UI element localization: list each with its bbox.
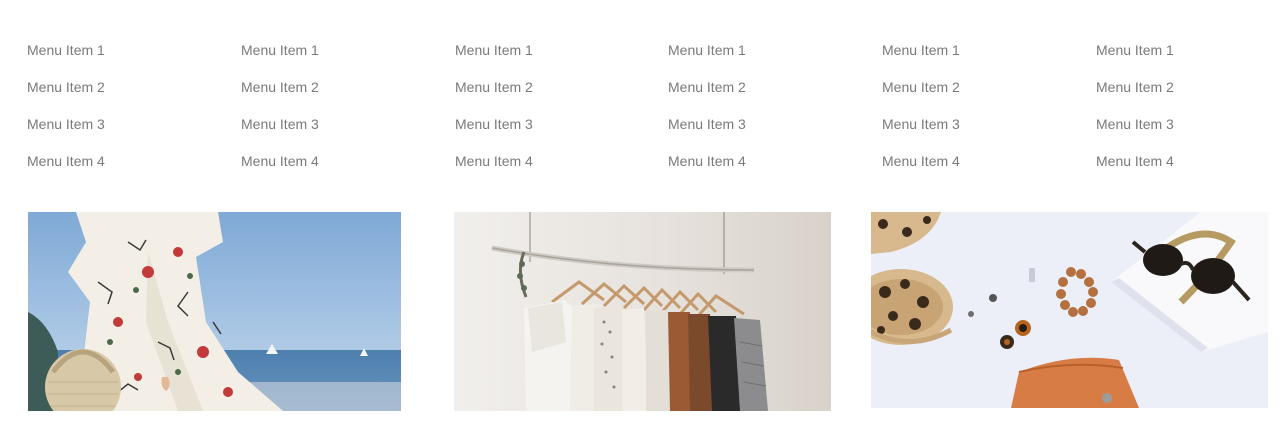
menu-link[interactable]: Menu Item 3 xyxy=(668,116,746,132)
menu-link[interactable]: Menu Item 3 xyxy=(882,116,960,132)
mega-menu: Menu Item 1 Menu Item 2 Menu Item 3 Menu… xyxy=(0,38,1284,178)
menu-link[interactable]: Menu Item 4 xyxy=(668,153,746,169)
menu-column-2: Menu Item 1 Menu Item 2 Menu Item 3 Menu… xyxy=(241,38,441,186)
menu-column-4: Menu Item 1 Menu Item 2 Menu Item 3 Menu… xyxy=(668,38,868,186)
menu-column-3: Menu Item 1 Menu Item 2 Menu Item 3 Menu… xyxy=(455,38,655,186)
menu-list-item: Menu Item 2 xyxy=(27,75,227,112)
menu-link[interactable]: Menu Item 4 xyxy=(1096,153,1174,169)
menu-link[interactable]: Menu Item 4 xyxy=(455,153,533,169)
menu-column-6: Menu Item 1 Menu Item 2 Menu Item 3 Menu… xyxy=(1096,38,1284,186)
menu-list-item: Menu Item 2 xyxy=(668,75,868,112)
accessories-flatlay-photo[interactable] xyxy=(871,212,1268,408)
clothing-rack-photo[interactable] xyxy=(454,212,831,411)
menu-link[interactable]: Menu Item 4 xyxy=(241,153,319,169)
menu-link[interactable]: Menu Item 4 xyxy=(882,153,960,169)
menu-link[interactable]: Menu Item 3 xyxy=(241,116,319,132)
menu-link[interactable]: Menu Item 1 xyxy=(882,42,960,58)
menu-link[interactable]: Menu Item 1 xyxy=(27,42,105,58)
menu-link[interactable]: Menu Item 2 xyxy=(882,79,960,95)
menu-link[interactable]: Menu Item 4 xyxy=(27,153,105,169)
menu-link[interactable]: Menu Item 2 xyxy=(27,79,105,95)
menu-list-item: Menu Item 4 xyxy=(241,149,441,186)
menu-link[interactable]: Menu Item 2 xyxy=(1096,79,1174,95)
menu-list-item: Menu Item 3 xyxy=(241,112,441,149)
menu-list-item: Menu Item 4 xyxy=(882,149,1082,186)
menu-list-item: Menu Item 3 xyxy=(882,112,1082,149)
menu-link[interactable]: Menu Item 1 xyxy=(455,42,533,58)
menu-link[interactable]: Menu Item 2 xyxy=(668,79,746,95)
menu-list-item: Menu Item 1 xyxy=(668,38,868,75)
menu-link[interactable]: Menu Item 1 xyxy=(668,42,746,58)
menu-link[interactable]: Menu Item 2 xyxy=(241,79,319,95)
menu-column-1: Menu Item 1 Menu Item 2 Menu Item 3 Menu… xyxy=(27,38,227,186)
menu-list-item: Menu Item 2 xyxy=(241,75,441,112)
menu-list-item: Menu Item 1 xyxy=(27,38,227,75)
menu-link[interactable]: Menu Item 1 xyxy=(241,42,319,58)
floral-dress-beach-photo[interactable] xyxy=(28,212,401,411)
menu-column-5: Menu Item 1 Menu Item 2 Menu Item 3 Menu… xyxy=(882,38,1082,186)
menu-list-item: Menu Item 3 xyxy=(455,112,655,149)
menu-list-item: Menu Item 2 xyxy=(455,75,655,112)
menu-link[interactable]: Menu Item 1 xyxy=(1096,42,1174,58)
menu-list-item: Menu Item 1 xyxy=(241,38,441,75)
menu-list-item: Menu Item 3 xyxy=(27,112,227,149)
menu-link[interactable]: Menu Item 3 xyxy=(1096,116,1174,132)
menu-list-item: Menu Item 4 xyxy=(1096,149,1284,186)
menu-link[interactable]: Menu Item 2 xyxy=(455,79,533,95)
menu-list-item: Menu Item 4 xyxy=(27,149,227,186)
menu-link[interactable]: Menu Item 3 xyxy=(455,116,533,132)
menu-list-item: Menu Item 3 xyxy=(668,112,868,149)
menu-link[interactable]: Menu Item 3 xyxy=(27,116,105,132)
menu-list-item: Menu Item 3 xyxy=(1096,112,1284,149)
menu-list-item: Menu Item 4 xyxy=(668,149,868,186)
menu-list-item: Menu Item 4 xyxy=(455,149,655,186)
menu-list-item: Menu Item 2 xyxy=(882,75,1082,112)
menu-list-item: Menu Item 1 xyxy=(1096,38,1284,75)
menu-list-item: Menu Item 1 xyxy=(455,38,655,75)
menu-list-item: Menu Item 1 xyxy=(882,38,1082,75)
menu-list-item: Menu Item 2 xyxy=(1096,75,1284,112)
